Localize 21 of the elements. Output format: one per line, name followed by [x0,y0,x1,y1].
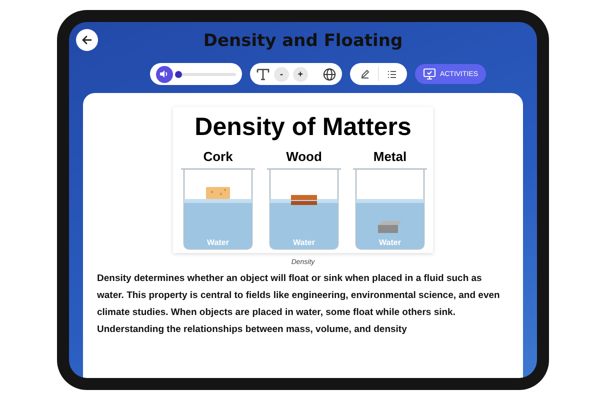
globe-icon[interactable] [322,68,336,80]
page-title: Density and Floating [203,31,403,53]
body-paragraph: Density determines whether an object will float or sink when placed in a fluid such as water. This property is central to fields like engineering, environmental science, and even climate studies. When objects are placed in water, some float while others sink. Understanding the relationships between mass, volume, and density [97,272,501,337]
illustration-title: Density of Matters [194,113,412,141]
monitor-icon [422,68,436,80]
liquid-label: Water [293,238,315,247]
text-size-icon [256,68,270,80]
speaker-button[interactable] [156,66,173,82]
back-button[interactable] [76,29,98,51]
increase-font-button[interactable]: + [292,66,308,82]
decrease-font-button[interactable]: - [274,66,289,82]
beaker-label: Metal [373,149,407,164]
speaker-icon [159,69,170,79]
list-icon[interactable] [386,70,397,78]
beaker-label: Cork [203,149,233,164]
pencil-icon[interactable] [360,69,370,79]
beaker-label: Wood [286,149,322,164]
liquid-label: Water [379,238,401,247]
volume-thumb[interactable] [175,70,182,78]
back-arrow-icon [81,34,93,46]
liquid-label: Water [207,238,229,247]
